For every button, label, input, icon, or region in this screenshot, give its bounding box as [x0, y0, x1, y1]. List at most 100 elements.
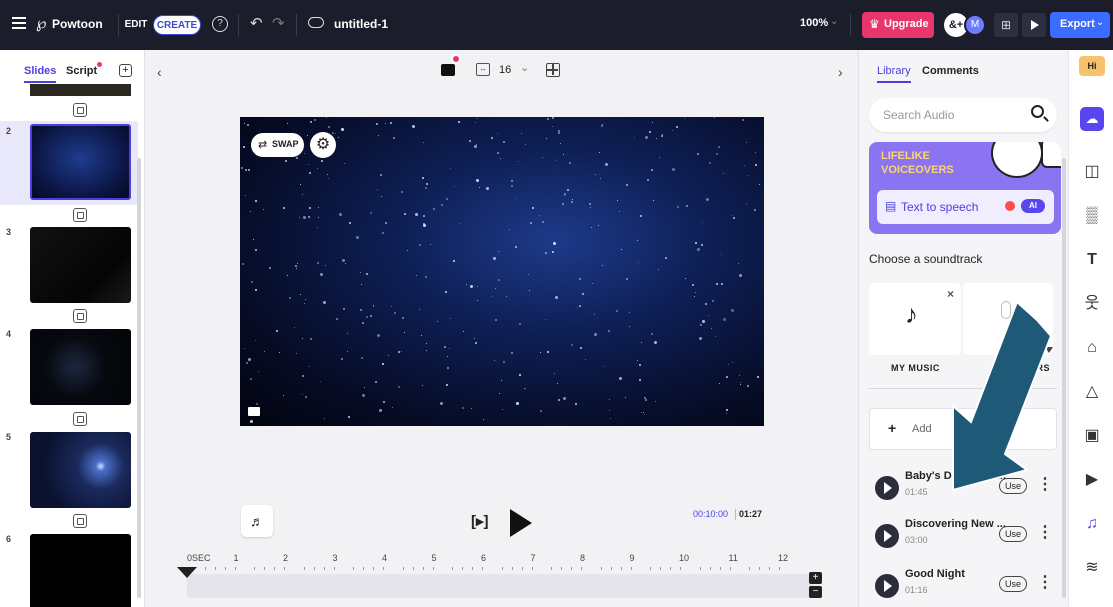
track-duration: 03:00: [905, 535, 928, 545]
help-icon[interactable]: ?: [212, 16, 228, 32]
add-slide-icon[interactable]: +: [119, 64, 132, 77]
upload-cloud-icon[interactable]: ☁: [1080, 107, 1104, 131]
star-dot: [392, 136, 395, 139]
track-more-options-icon[interactable]: ⋮: [1037, 522, 1053, 542]
grid-size-icon[interactable]: ↔: [476, 63, 490, 76]
slide-thumbnail[interactable]: [30, 534, 131, 607]
presenter-icon[interactable]: ⊞: [994, 13, 1018, 37]
slide-thumb-1-partial[interactable]: [30, 84, 131, 96]
search-icon[interactable]: [1031, 105, 1044, 118]
shapes-icon[interactable]: △: [1083, 383, 1101, 401]
tab-library[interactable]: Library: [877, 65, 911, 83]
play-button[interactable]: [510, 509, 532, 537]
track-item[interactable]: Good Night 01:16 Use ⋮: [869, 566, 1057, 606]
timeline-track[interactable]: [187, 574, 813, 598]
tab-script[interactable]: Script: [66, 65, 97, 77]
timeline-zoom-out-icon[interactable]: −: [809, 586, 822, 598]
slide-thumbnail[interactable]: [30, 124, 131, 200]
star-dot: [440, 203, 443, 206]
grid-size-value[interactable]: 16: [499, 64, 511, 76]
images-icon[interactable]: ▣: [1083, 427, 1101, 445]
star-dot: [475, 144, 477, 146]
star-dot: [499, 393, 501, 395]
star-dot: [340, 357, 343, 360]
duplicate-slide-icon[interactable]: [73, 208, 87, 222]
add-music-button[interactable]: ♬: [241, 505, 273, 537]
video-icon[interactable]: ▶: [1083, 471, 1101, 489]
duplicate-slide-icon[interactable]: [73, 514, 87, 528]
star-dot: [445, 197, 448, 200]
zoom-chevron-down-icon[interactable]: ⌄: [830, 16, 838, 27]
grid-toggle-icon[interactable]: [546, 63, 560, 77]
duplicate-slide-icon[interactable]: [73, 309, 87, 323]
slide-thumbnail[interactable]: [30, 432, 131, 508]
zoom-level[interactable]: 100%: [800, 17, 828, 29]
timeline-zoom-in-icon[interactable]: +: [809, 572, 822, 584]
tab-comments[interactable]: Comments: [922, 65, 979, 77]
text-to-speech-button[interactable]: ▤ Text to speech AI: [877, 190, 1054, 224]
track-more-options-icon[interactable]: ⋮: [1037, 572, 1053, 592]
play-from-start-icon[interactable]: [▸]: [471, 512, 489, 530]
camera-record-icon[interactable]: [441, 64, 455, 76]
star-dot: [319, 272, 323, 276]
voiceover-promo-banner[interactable]: LIFELIKE VOICEOVERS ▤ Text to speech AI: [869, 142, 1061, 234]
track-item[interactable]: Discovering New ... 03:00 Use ⋮: [869, 516, 1057, 556]
video-camera-icon[interactable]: [248, 407, 260, 416]
create-mode-button[interactable]: CREATE: [153, 15, 201, 35]
playhead-marker[interactable]: [177, 567, 197, 578]
slide-thumbnail[interactable]: [30, 329, 131, 405]
edit-mode-button[interactable]: EDIT: [122, 15, 150, 35]
layout-icon[interactable]: ◫: [1083, 163, 1101, 181]
star-dot: [283, 395, 285, 397]
slides-scrollbar[interactable]: [137, 158, 141, 598]
top-bar: ℘ Powtoon EDIT CREATE ? ↶ ↷ untitled-1 1…: [0, 0, 1113, 50]
star-dot: [369, 315, 372, 318]
props-icon[interactable]: ⌂: [1083, 339, 1101, 357]
slide-number: 3: [6, 227, 12, 237]
hamburger-menu-icon[interactable]: [12, 17, 26, 29]
star-dot: [709, 161, 712, 164]
sound-effects-icon[interactable]: ≋: [1083, 559, 1101, 577]
preview-play-button[interactable]: [1022, 13, 1046, 37]
star-dot: [495, 288, 497, 290]
track-play-icon[interactable]: [875, 524, 899, 548]
user-avatar[interactable]: M: [964, 14, 986, 36]
track-use-button[interactable]: Use: [999, 576, 1027, 592]
swap-button[interactable]: ⇄ SWAP: [251, 133, 304, 157]
duplicate-slide-icon[interactable]: [73, 412, 87, 426]
slide-thumbnail[interactable]: [30, 227, 131, 303]
slide-canvas[interactable]: ⇄ SWAP ⚙: [240, 117, 764, 426]
background-settings-gear-icon[interactable]: ⚙: [310, 132, 336, 158]
undo-icon[interactable]: ↶: [250, 14, 263, 32]
timeline-minor-tick: [709, 567, 711, 570]
star-dot: [447, 355, 449, 357]
project-title[interactable]: untitled-1: [334, 17, 388, 31]
star-dot: [429, 244, 431, 246]
star-dot: [317, 217, 319, 219]
character-avatar-icon[interactable]: Hi: [1079, 56, 1105, 76]
text-icon[interactable]: T: [1083, 251, 1101, 269]
grid-size-chevron-icon[interactable]: ⌄: [520, 61, 529, 74]
star-dot: [602, 265, 604, 267]
star-dot: [684, 277, 686, 279]
search-audio-field[interactable]: Search Audio: [869, 98, 1057, 132]
star-dot: [600, 178, 602, 180]
characters-icon[interactable]: 웃: [1083, 295, 1101, 313]
music-icon[interactable]: ♫: [1083, 515, 1101, 533]
track-use-button[interactable]: Use: [999, 526, 1027, 542]
close-icon[interactable]: ×: [947, 287, 954, 301]
redo-icon[interactable]: ↷: [272, 14, 285, 32]
duplicate-slide-icon[interactable]: [73, 103, 87, 117]
export-button[interactable]: Export ⌄: [1050, 12, 1110, 38]
background-pattern-icon[interactable]: ▒: [1083, 207, 1101, 225]
tab-slides[interactable]: Slides: [24, 65, 57, 83]
track-play-icon[interactable]: [875, 574, 899, 598]
star-dot: [244, 122, 245, 124]
previous-slide-chevron-icon[interactable]: ‹: [157, 64, 162, 80]
timeline-tick-label: 8: [580, 553, 586, 563]
upgrade-button[interactable]: ♛ Upgrade: [862, 12, 934, 38]
star-dot: [474, 122, 476, 124]
next-slide-chevron-icon[interactable]: ›: [838, 64, 843, 80]
timeline-minor-tick: [660, 567, 662, 570]
star-dot: [717, 146, 720, 149]
